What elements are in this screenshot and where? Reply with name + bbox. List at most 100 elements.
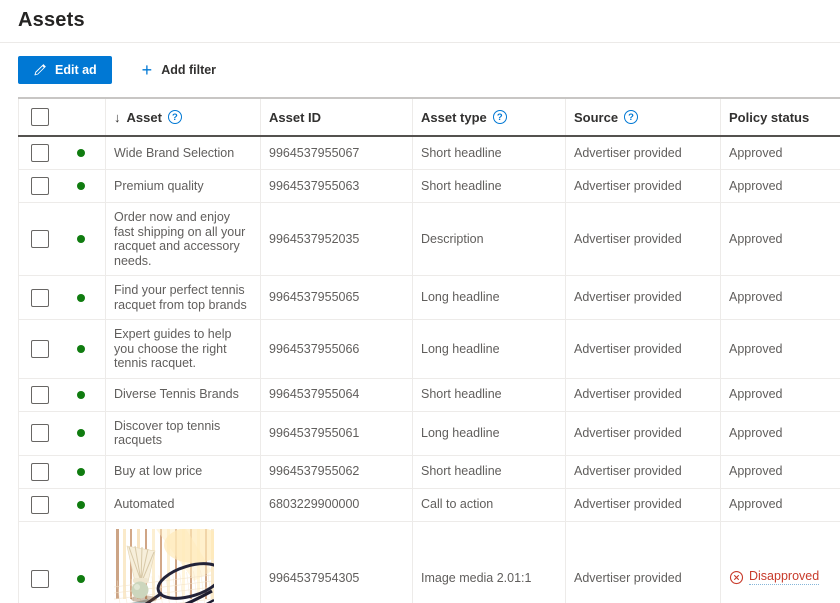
asset-id: 9964537955065: [269, 290, 359, 304]
row-checkbox[interactable]: [31, 570, 49, 588]
status-enabled-dot: [77, 501, 85, 509]
asset-type: Long headline: [421, 426, 500, 440]
asset-type-help-icon[interactable]: ?: [493, 110, 507, 124]
status-enabled-dot: [77, 182, 85, 190]
source: Advertiser provided: [574, 146, 682, 160]
table-row: Wide Brand Selection: [19, 136, 840, 170]
policy-status-text: Approved: [729, 146, 783, 161]
asset-help-icon[interactable]: ?: [168, 110, 182, 124]
source: Advertiser provided: [574, 464, 682, 478]
status-column-header: [58, 98, 106, 136]
select-all-checkbox[interactable]: [31, 108, 49, 126]
asset-type: Long headline: [421, 290, 500, 304]
table-row: Expert guides to help you choose the rig…: [19, 320, 840, 379]
source: Advertiser provided: [574, 497, 682, 511]
column-header-asset-id[interactable]: Asset ID: [261, 98, 413, 136]
asset-text: Premium quality: [114, 179, 204, 193]
edit-ad-button[interactable]: Edit ad: [18, 56, 112, 84]
asset-type: Short headline: [421, 387, 502, 401]
asset-text: Buy at low price: [114, 464, 202, 478]
row-checkbox[interactable]: [31, 463, 49, 481]
asset-type: Long headline: [421, 342, 500, 356]
asset-id: 9964537955067: [269, 146, 359, 160]
policy-status-text: Approved: [729, 426, 783, 441]
table-row: Find your perfect tennis racquet from to…: [19, 276, 840, 320]
policy-status-text: Approved: [729, 290, 783, 305]
asset-id: 9964537954305: [269, 571, 359, 585]
row-checkbox[interactable]: [31, 289, 49, 307]
column-header-asset-type[interactable]: Asset type ?: [413, 98, 566, 136]
asset-type: Short headline: [421, 464, 502, 478]
row-checkbox[interactable]: [31, 386, 49, 404]
asset-type: Description: [421, 232, 484, 246]
source: Advertiser provided: [574, 387, 682, 401]
table-row: Automated: [19, 488, 840, 521]
page-header: Assets: [0, 0, 840, 43]
assets-table: ↓ Asset ? Asset ID Asset type ? Source ?: [18, 97, 840, 603]
asset-id: 6803229900000: [269, 497, 359, 511]
status-enabled-dot: [77, 391, 85, 399]
assets-table-body: Wide Brand Selection: [19, 136, 840, 603]
policy-status-badge: Approved: [729, 232, 783, 247]
status-enabled-dot: [77, 345, 85, 353]
policy-status-text: Approved: [729, 464, 783, 479]
toolbar: Edit ad + Add filter: [18, 56, 822, 84]
pencil-icon: [33, 63, 47, 77]
column-header-asset[interactable]: ↓ Asset ?: [106, 98, 261, 136]
row-checkbox[interactable]: [31, 144, 49, 162]
status-enabled-dot: [77, 294, 85, 302]
asset-id: 9964537952035: [269, 232, 359, 246]
column-header-policy-status[interactable]: Policy status: [721, 98, 840, 136]
policy-status-badge: Approved: [729, 464, 783, 479]
policy-status-badge: Approved: [729, 179, 783, 194]
policy-status-badge: Approved: [729, 342, 783, 357]
disapproved-circle-x-icon: [729, 570, 744, 585]
asset-text: Automated: [114, 497, 174, 511]
asset-image-thumbnail: [114, 529, 214, 603]
policy-status-text: Approved: [729, 387, 783, 402]
asset-type: Short headline: [421, 179, 502, 193]
row-checkbox[interactable]: [31, 496, 49, 514]
table-row: Diverse Tennis Brands: [19, 378, 840, 411]
policy-status-badge: Approved: [729, 146, 783, 161]
policy-status-badge: Approved: [729, 290, 783, 305]
policy-status-text: Approved: [729, 497, 783, 512]
asset-id: 9964537955061: [269, 426, 359, 440]
asset-id: 9964537955064: [269, 387, 359, 401]
edit-ad-label: Edit ad: [55, 63, 97, 77]
row-checkbox[interactable]: [31, 177, 49, 195]
asset-type: Call to action: [421, 497, 493, 511]
row-checkbox[interactable]: [31, 230, 49, 248]
page-title: Assets: [18, 9, 85, 31]
asset-id: 9964537955063: [269, 179, 359, 193]
source: Advertiser provided: [574, 426, 682, 440]
asset-type: Image media 2.01:1: [421, 571, 532, 585]
asset-text: Find your perfect tennis racquet from to…: [114, 283, 247, 312]
table-row: Order now and enjoy fast shipping on all…: [19, 203, 840, 276]
table-row: Premium quality: [19, 170, 840, 203]
asset-text: Order now and enjoy fast shipping on all…: [114, 210, 245, 268]
source: Advertiser provided: [574, 232, 682, 246]
asset-text: Diverse Tennis Brands: [114, 387, 239, 401]
asset-text: Expert guides to help you choose the rig…: [114, 327, 231, 370]
policy-status-badge[interactable]: Disapproved: [729, 569, 819, 586]
source-help-icon[interactable]: ?: [624, 110, 638, 124]
policy-status-text: Approved: [729, 179, 783, 194]
column-header-source[interactable]: Source ?: [566, 98, 721, 136]
policy-status-badge: Approved: [729, 497, 783, 512]
table-row: Discover top tennis racquets: [19, 411, 840, 455]
row-checkbox[interactable]: [31, 340, 49, 358]
status-enabled-dot: [77, 149, 85, 157]
row-checkbox[interactable]: [31, 424, 49, 442]
policy-status-text: Approved: [729, 342, 783, 357]
source: Advertiser provided: [574, 571, 682, 585]
asset-text: Wide Brand Selection: [114, 146, 234, 160]
add-filter-button[interactable]: + Add filter: [142, 61, 216, 79]
asset-id: 9964537955066: [269, 342, 359, 356]
status-enabled-dot: [77, 235, 85, 243]
source: Advertiser provided: [574, 342, 682, 356]
table-row: 9964537954305 Image media 2.01:1 Adverti…: [19, 521, 840, 603]
source: Advertiser provided: [574, 179, 682, 193]
policy-status-text: Disapproved: [749, 569, 819, 586]
asset-type: Short headline: [421, 146, 502, 160]
